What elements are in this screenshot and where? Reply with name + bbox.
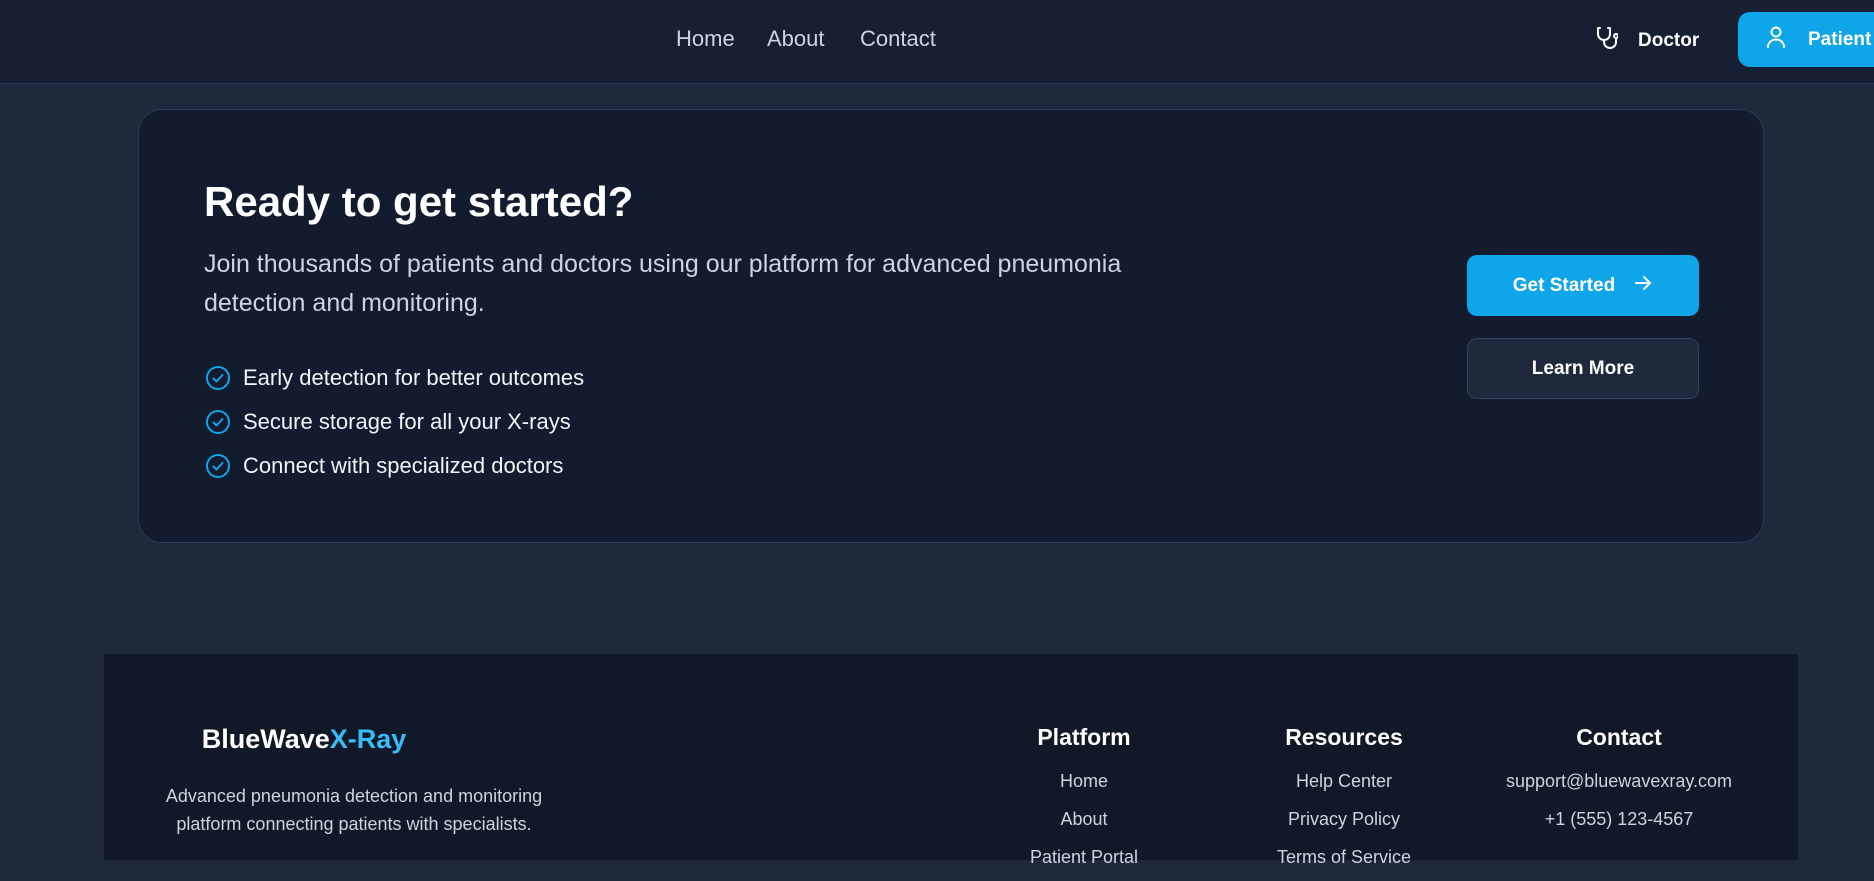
cta-card: Ready to get started? Join thousands of …: [138, 109, 1764, 543]
benefit-item: Early detection for better outcomes: [205, 356, 584, 400]
doctor-label: Doctor: [1638, 30, 1700, 51]
benefit-text: Early detection for better outcomes: [243, 365, 585, 390]
footer-contact-phone[interactable]: +1 (555) 123-4567: [1494, 805, 1744, 843]
footer-link-home[interactable]: Home: [984, 767, 1184, 805]
benefit-text: Connect with specialized doctors: [243, 453, 564, 478]
footer-link-help-center[interactable]: Help Center: [1244, 767, 1444, 805]
doctor-login-button[interactable]: Doctor: [1596, 24, 1699, 58]
brand-name-part2: X-Ray: [329, 724, 407, 754]
footer-contact-column: Contact support@bluewavexray.com +1 (555…: [1494, 724, 1744, 843]
get-started-button[interactable]: Get Started: [1467, 255, 1699, 316]
cta-title: Ready to get started?: [204, 178, 634, 225]
learn-more-button[interactable]: Learn More: [1467, 338, 1699, 399]
check-circle-icon: [205, 453, 231, 479]
cta-description: Join thousands of patients and doctors u…: [204, 250, 1122, 317]
stethoscope-icon: [1596, 26, 1619, 56]
footer-link-terms[interactable]: Terms of Service: [1244, 843, 1444, 881]
footer-resources-column: Resources Help Center Privacy Policy Ter…: [1244, 724, 1444, 881]
benefit-item: Secure storage for all your X-rays: [205, 400, 584, 444]
patient-label: Patient: [1808, 28, 1872, 50]
footer-contact-heading: Contact: [1576, 724, 1662, 750]
check-circle-icon: [205, 409, 231, 435]
learn-more-label: Learn More: [1531, 357, 1635, 379]
footer-resources-heading: Resources: [1285, 724, 1403, 750]
footer-link-about[interactable]: About: [984, 805, 1184, 843]
get-started-label: Get Started: [1512, 274, 1616, 296]
nav-about-link[interactable]: About: [767, 26, 825, 52]
footer-link-patient-portal[interactable]: Patient Portal: [984, 843, 1184, 881]
user-icon: [1766, 26, 1786, 54]
footer-platform-column: Platform Home About Patient Portal: [984, 724, 1184, 881]
check-circle-icon: [205, 365, 231, 391]
patient-login-button[interactable]: Patient: [1738, 12, 1874, 67]
benefit-text: Secure storage for all your X-rays: [243, 409, 571, 434]
top-nav: Home About Contact Doctor Patient: [0, 0, 1874, 84]
brand-name-part1: BlueWave: [201, 724, 330, 754]
footer-contact-email[interactable]: support@bluewavexray.com: [1494, 767, 1744, 805]
footer-link-privacy-policy[interactable]: Privacy Policy: [1244, 805, 1444, 843]
footer-tagline: Advanced pneumonia detection and monitor…: [165, 786, 543, 834]
nav-home-link[interactable]: Home: [676, 26, 735, 52]
footer-brand-logo[interactable]: BlueWaveX-Ray: [154, 724, 454, 755]
nav-contact-link[interactable]: Contact: [860, 26, 936, 52]
benefit-item: Connect with specialized doctors: [205, 444, 584, 488]
benefit-list: Early detection for better outcomes Secu…: [205, 356, 584, 488]
arrow-right-icon: [1633, 273, 1653, 299]
footer-platform-heading: Platform: [1037, 724, 1131, 750]
footer: BlueWaveX-Ray Advanced pneumonia detecti…: [104, 654, 1798, 867]
